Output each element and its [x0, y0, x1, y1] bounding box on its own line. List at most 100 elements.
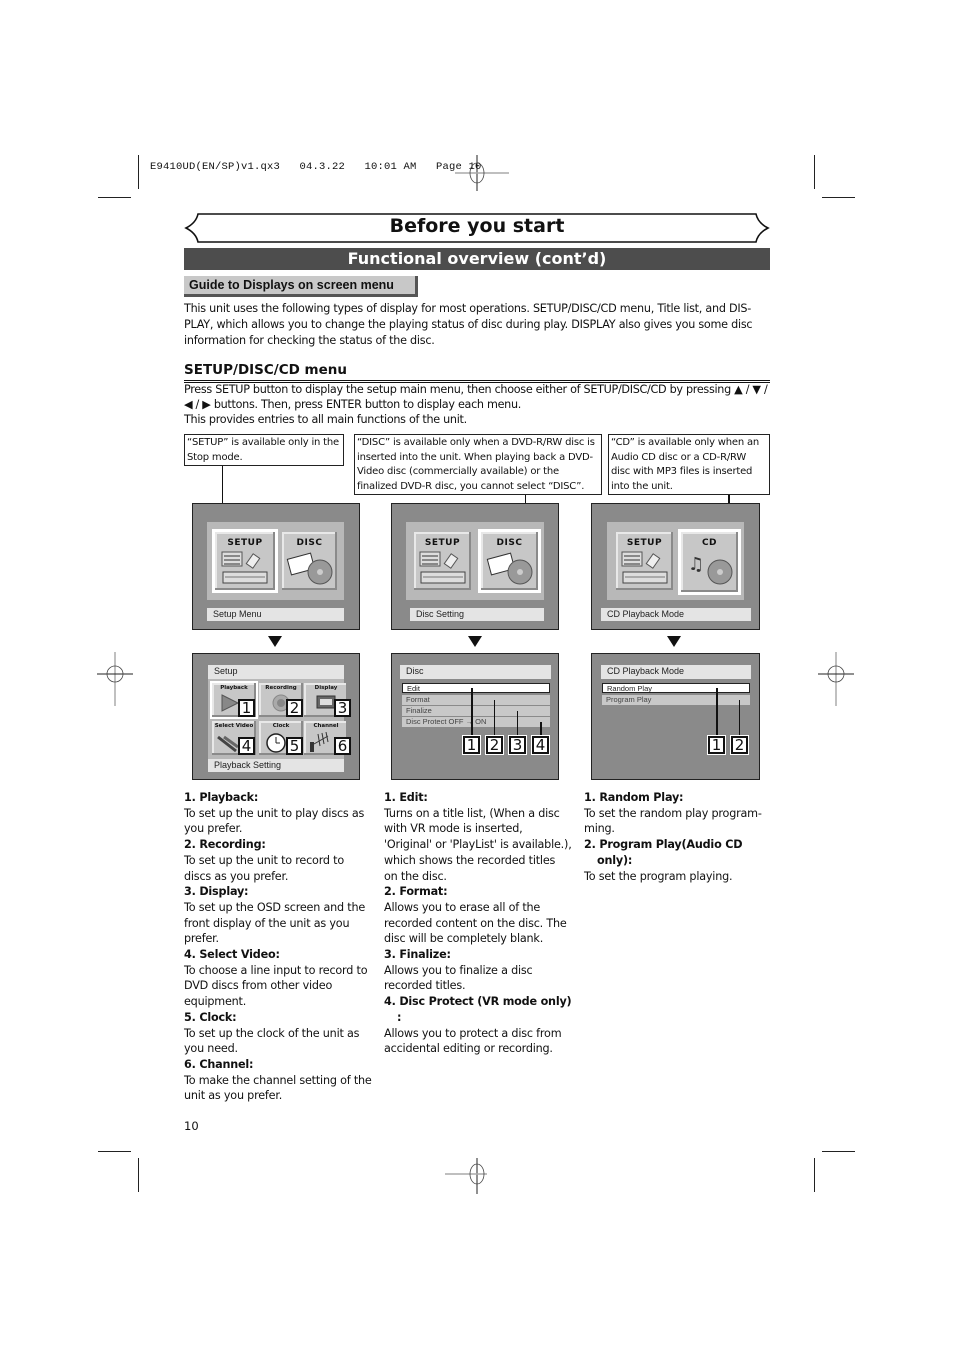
cd-tile[interactable]: CD ♫	[678, 529, 741, 595]
callout-number: 1	[462, 735, 481, 755]
screen-caption: CD Playback Mode	[601, 608, 751, 621]
screen-caption: Disc Setting	[410, 608, 544, 621]
setup-icon	[221, 551, 268, 584]
setup-tile[interactable]: SETUP	[616, 532, 673, 590]
callout-number: 2	[485, 735, 504, 755]
print-slug: E9410UD(EN/SP)v1.qx3 04.3.22 10:01 AM Pa…	[150, 161, 482, 173]
disc-setting-screen: SETUP DISC Disc Setting	[391, 503, 559, 630]
callout-number: 1	[238, 699, 255, 717]
item-heading: 3. Finalize:	[384, 948, 451, 962]
item-body: To set the random play program-ming.	[584, 806, 762, 836]
arrow-down-icon	[667, 636, 681, 647]
item-heading: 4. Select Video:	[184, 948, 280, 962]
menu-item-disc-protect[interactable]: Disc Protect OFF → ON	[402, 717, 550, 727]
page-number: 10	[184, 1119, 199, 1133]
callout-number: 3	[508, 735, 527, 755]
arrow-down-icon	[268, 636, 282, 647]
arrow-down-icon	[468, 636, 482, 647]
callout-number: 5	[286, 737, 303, 755]
play-icon	[221, 694, 240, 712]
item-body: To set up the unit to record to discs as…	[184, 853, 344, 883]
setup-icon	[419, 551, 466, 584]
cd-playback-screen: SETUP CD ♫ CD Playback Mode	[591, 503, 760, 630]
tile-label: Recording	[265, 685, 297, 691]
setup-tile[interactable]: SETUP	[414, 532, 471, 590]
tile-label: SETUP	[424, 538, 461, 548]
menu-item-edit[interactable]: Edit	[402, 683, 550, 693]
crop-mark	[814, 1158, 815, 1192]
menu-item-finalize[interactable]: Finalize	[402, 706, 550, 716]
setup-menu-screen: SETUP DISC Setup Menu	[192, 503, 360, 630]
cd-descriptions: 1. Random Play: To set the random play p…	[584, 790, 770, 884]
registration-mark-icon	[445, 1158, 509, 1194]
instructions-line: This provides entries to all main functi…	[184, 413, 467, 426]
tile-label: Clock	[272, 723, 290, 729]
menu-item-program-play[interactable]: Program Play	[602, 695, 750, 705]
cable-icon	[217, 735, 239, 753]
callout-number: 3	[334, 699, 351, 717]
note-disc: “DISC” is available only when a DVD-R/RW…	[354, 434, 602, 495]
disc-submenu-screen: Disc Edit Format Finalize Disc Protect O…	[391, 653, 559, 780]
section-subtitle: Functional overview (cont’d)	[184, 248, 770, 270]
setup-submenu-screen: Setup Playback Recording Display Select …	[192, 653, 360, 780]
screen-title: Setup	[208, 665, 344, 679]
crop-mark	[822, 1151, 855, 1152]
antenna-icon	[310, 732, 329, 752]
disc-film-icon	[486, 552, 533, 585]
tile-label: DISC	[496, 538, 523, 548]
menu-item-random-play[interactable]: Random Play	[602, 683, 750, 693]
registration-mark-icon	[445, 155, 509, 191]
setup-icon	[621, 551, 668, 584]
item-heading: 1. Random Play:	[584, 791, 684, 804]
item-body: Allows you to protect a disc from accide…	[384, 1026, 562, 1056]
crop-mark	[138, 155, 139, 189]
crop-mark	[822, 197, 855, 198]
callout-number: 4	[238, 737, 255, 755]
menu-item-format[interactable]: Format	[402, 695, 550, 705]
disc-descriptions: 1. Edit: Turns on a title list, (When a …	[384, 790, 572, 1057]
item-body: To set up the unit to play discs as you …	[184, 806, 365, 836]
item-body: To choose a line input to record to DVD …	[184, 963, 368, 1009]
intro-paragraph: This unit uses the following types of di…	[184, 302, 753, 347]
tile-label: Playback	[220, 685, 248, 691]
item-heading: 2. Program Play(Audio CD only):	[584, 838, 743, 867]
callout-number: 6	[334, 737, 351, 755]
screen-title: CD Playback Mode	[601, 665, 751, 679]
clock-icon	[266, 733, 286, 753]
leader-line	[540, 722, 542, 736]
display-icon	[316, 695, 336, 709]
item-heading: 5. Clock:	[184, 1010, 237, 1024]
setup-tile[interactable]: SETUP	[212, 529, 278, 593]
item-heading: 4. Disc Protect (VR mode only) :	[384, 995, 572, 1024]
note-setup: “SETUP” is available only in the Stop mo…	[184, 434, 344, 466]
disc-tile[interactable]: DISC	[282, 532, 337, 590]
callout-number: 2	[286, 699, 303, 717]
item-body: To set the program playing.	[584, 869, 733, 883]
disc-tile[interactable]: DISC	[478, 529, 541, 593]
tile-label: SETUP	[626, 538, 663, 548]
callout-number: 2	[730, 735, 749, 755]
registration-mark-icon	[818, 652, 854, 706]
item-body: Allows you to finalize a disc recorded t…	[384, 963, 533, 993]
item-heading: 1. Edit:	[384, 791, 428, 804]
item-body: Turns on a title list, (When a disc with…	[384, 806, 572, 883]
tile-label: Select Video	[214, 723, 254, 729]
instructions-line: Press SETUP button to display the setup …	[184, 383, 768, 396]
music-notes-icon: ♫	[688, 554, 733, 585]
callout-number: 1	[707, 735, 726, 755]
crop-mark	[814, 155, 815, 189]
leader-line	[716, 688, 718, 736]
instructions-line: ◀ / ▶ buttons. Then, press ENTER button …	[184, 398, 521, 411]
item-body: Allows you to erase all of the recorded …	[384, 900, 567, 946]
leader-line	[494, 700, 495, 736]
item-body: To set up the clock of the unit as you n…	[184, 1026, 360, 1056]
leader-line	[517, 711, 518, 736]
tile-label: Channel	[313, 723, 339, 729]
leader-line	[471, 688, 473, 736]
disc-film-icon	[286, 552, 333, 585]
callout-number: 4	[531, 735, 550, 755]
item-body: To set up the OSD screen and the front d…	[184, 900, 366, 946]
setup-descriptions: 1. Playback: To set up the unit to play …	[184, 790, 374, 1104]
crop-mark	[98, 197, 131, 198]
screen-caption: Setup Menu	[207, 608, 344, 621]
